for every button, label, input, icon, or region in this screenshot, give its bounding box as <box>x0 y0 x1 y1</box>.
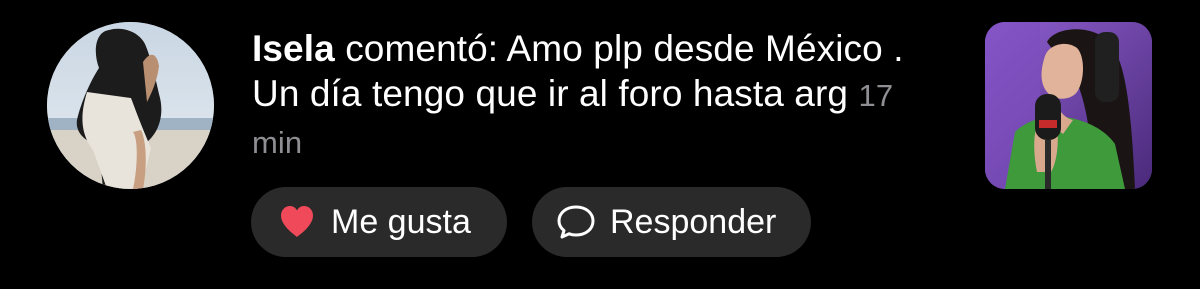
like-label: Me gusta <box>331 202 471 241</box>
reply-label: Responder <box>610 202 777 241</box>
avatar[interactable] <box>47 22 214 189</box>
video-thumbnail[interactable] <box>985 22 1152 189</box>
comment-notification[interactable]: Isela comentó: Amo plp desde México . Un… <box>0 0 1200 289</box>
reply-button[interactable]: Responder <box>532 187 811 257</box>
avatar-image <box>47 22 214 189</box>
thumbnail-image <box>985 22 1152 189</box>
comment-verb: comentó: <box>345 28 499 69</box>
heart-icon <box>277 202 317 242</box>
like-button[interactable]: Me gusta <box>251 187 507 257</box>
username[interactable]: Isela <box>252 28 335 69</box>
speech-bubble-icon <box>556 202 596 242</box>
comment-text: Isela comentó: Amo plp desde México . Un… <box>252 26 952 165</box>
